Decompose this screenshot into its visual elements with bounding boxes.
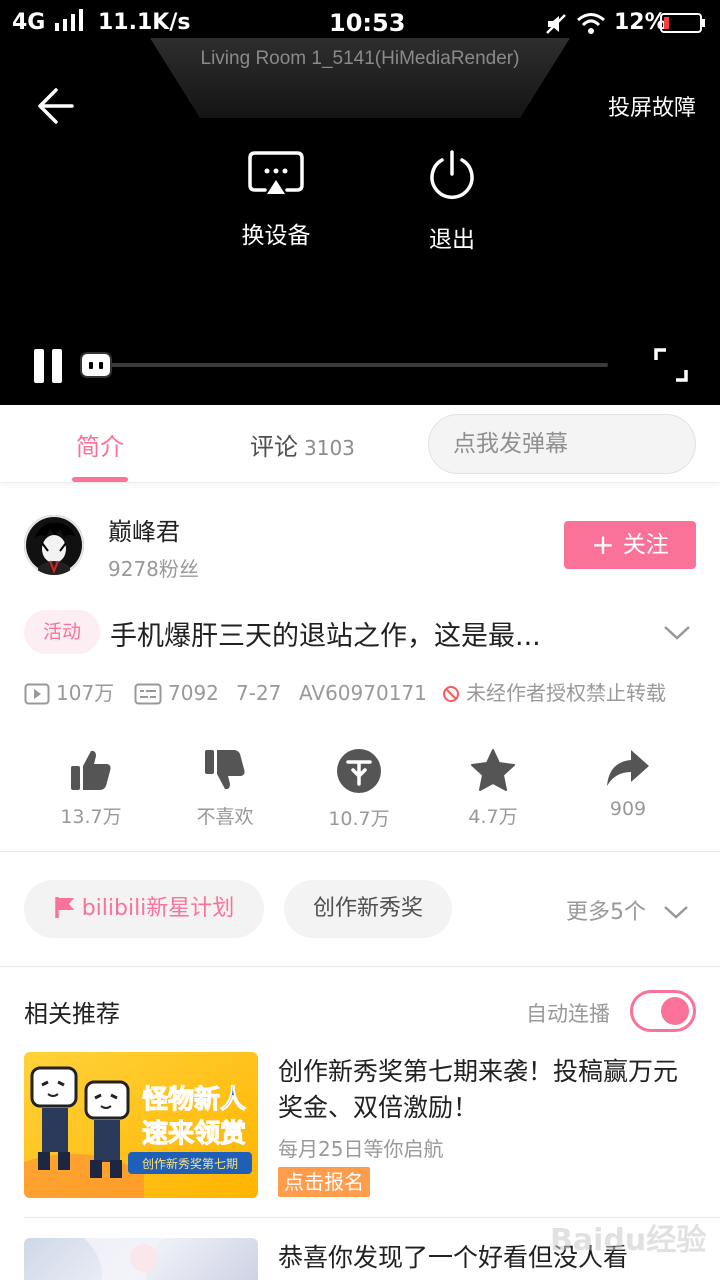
battery-percent: 12%: [614, 10, 667, 35]
copyright-notice: 未经作者授权禁止转载: [442, 678, 666, 708]
clock: 10:53: [329, 9, 406, 37]
share-icon: [607, 750, 649, 786]
related-item-subtitle: 每月25日等你启航: [278, 1137, 444, 1161]
tab-intro[interactable]: 简介: [60, 427, 140, 462]
danmaku-text: 7092: [168, 681, 219, 705]
related-section-title: 相关推荐: [24, 1000, 120, 1028]
view-count: 107万: [24, 678, 114, 708]
plus-icon: +: [591, 528, 615, 561]
signal-icon: [55, 9, 84, 31]
av-number: AV60970171: [299, 681, 427, 705]
power-icon: [430, 150, 474, 199]
back-arrow-icon[interactable]: [34, 84, 78, 128]
like-count: 13.7万: [60, 806, 122, 828]
coin-count: 10.7万: [328, 808, 390, 830]
exit-label: 退出: [429, 227, 475, 253]
publish-date: 7-27: [236, 681, 282, 705]
activity-badge[interactable]: 活动: [24, 610, 100, 654]
pause-bar-left: [34, 349, 44, 383]
follow-label: 关注: [622, 532, 669, 558]
network-speed: 11.1K/s: [98, 10, 191, 35]
favorite-count: 4.7万: [468, 806, 518, 828]
switch-device-label: 换设备: [241, 223, 311, 249]
tag-bilibili-star-plan[interactable]: bilibili新星计划: [24, 880, 264, 938]
related-item-thumbnail[interactable]: 怪物新人 速来领赏 创作新秀奖第七期: [24, 1052, 258, 1198]
banner-text-2: 速来领赏: [142, 1118, 246, 1149]
tag-label: bilibili新星计划: [81, 896, 235, 921]
mute-icon: [546, 14, 566, 34]
like-button[interactable]: 13.7万: [36, 748, 146, 829]
banner-text-1: 怪物新人: [142, 1084, 246, 1115]
signup-badge[interactable]: 点击报名: [278, 1167, 370, 1197]
coin-icon: [337, 749, 381, 793]
related-item-thumbnail[interactable]: [24, 1238, 258, 1280]
follow-button[interactable]: + 关注: [564, 521, 696, 569]
forbidden-icon: [443, 686, 459, 702]
coin-button[interactable]: 10.7万: [304, 748, 414, 831]
copyright-notice-text: 未经作者授权禁止转载: [466, 681, 666, 705]
related-item-title[interactable]: 创作新秀奖第七期来袭！投稿赢万元奖金、双倍激励！: [278, 1054, 688, 1126]
uploader-fans: 9278粉丝: [108, 557, 199, 581]
progress-thumb-tv-icon[interactable]: [78, 350, 114, 380]
video-player[interactable]: 4G 11.1K/s 10:53 12% Living Room 1_5141(…: [0, 0, 720, 405]
star-icon: [471, 749, 515, 791]
chevron-down-icon: [664, 906, 688, 919]
tab-comments-label: 评论: [250, 433, 298, 461]
cast-device-tab: Living Room 1_5141(HiMediaRender): [150, 38, 570, 120]
more-tags-label: 更多5个: [566, 900, 646, 925]
chevron-down-icon[interactable]: [660, 618, 694, 646]
network-type: 4G: [12, 10, 46, 35]
divider: [0, 851, 720, 852]
avatar-image: [24, 515, 84, 575]
comment-count: 3103: [304, 436, 355, 460]
video-title: 手机爆肝三天的退站之作，这是最...: [110, 621, 541, 652]
tab-bar: 简介 评论 3103 点我发弹幕: [0, 405, 720, 483]
tab-comments[interactable]: 评论 3103: [250, 427, 355, 462]
device-name: Living Room 1_5141(HiMediaRender): [200, 48, 520, 69]
tag-creator-newbie-award[interactable]: 创作新秀奖: [284, 880, 452, 938]
toggle-knob: [661, 997, 689, 1025]
banner-text-3: 创作新秀奖第七期: [142, 1156, 238, 1171]
baidu-watermark: Baidu经验: [550, 1223, 707, 1258]
wifi-icon: [577, 13, 605, 34]
switch-device-button[interactable]: 换设备: [216, 150, 336, 250]
newbie-award-banner-image: 怪物新人 速来领赏 创作新秀奖第七期: [24, 1052, 258, 1198]
network-indicator: 4G: [12, 8, 87, 38]
progress-bar[interactable]: [88, 363, 608, 367]
tab-active-indicator: [72, 477, 128, 482]
cast-fault-button[interactable]: 投屏故障: [608, 90, 696, 122]
dislike-button[interactable]: 不喜欢: [170, 748, 280, 829]
exit-cast-button[interactable]: 退出: [392, 150, 512, 254]
thumbs-up-icon: [71, 750, 111, 790]
flag-icon: [54, 897, 74, 918]
share-button[interactable]: 909: [573, 748, 683, 820]
autoplay-toggle[interactable]: [630, 990, 696, 1032]
avatar[interactable]: [24, 515, 84, 575]
danmaku-icon: [134, 683, 162, 705]
share-count: 909: [609, 798, 647, 820]
favorite-button[interactable]: 4.7万: [438, 748, 548, 829]
anime-thumbnail-image: [84, 1238, 164, 1280]
autoplay-label: 自动连播: [526, 1002, 610, 1026]
fullscreen-icon[interactable]: [652, 346, 690, 384]
dislike-label: 不喜欢: [196, 806, 254, 828]
cast-screen-icon: [248, 151, 304, 194]
more-tags-button[interactable]: 更多5个: [566, 894, 689, 926]
danmaku-input[interactable]: 点我发弹幕: [428, 414, 696, 474]
battery-icon: [660, 13, 705, 33]
play-count-icon: [24, 683, 50, 705]
pause-button[interactable]: [30, 346, 66, 386]
thumbs-down-icon: [205, 750, 245, 790]
pause-bar-right: [52, 349, 62, 383]
danmaku-count: 7092: [134, 678, 219, 708]
views-text: 107万: [56, 681, 115, 705]
uploader-name[interactable]: 巅峰君: [108, 512, 180, 547]
divider: [0, 966, 720, 967]
